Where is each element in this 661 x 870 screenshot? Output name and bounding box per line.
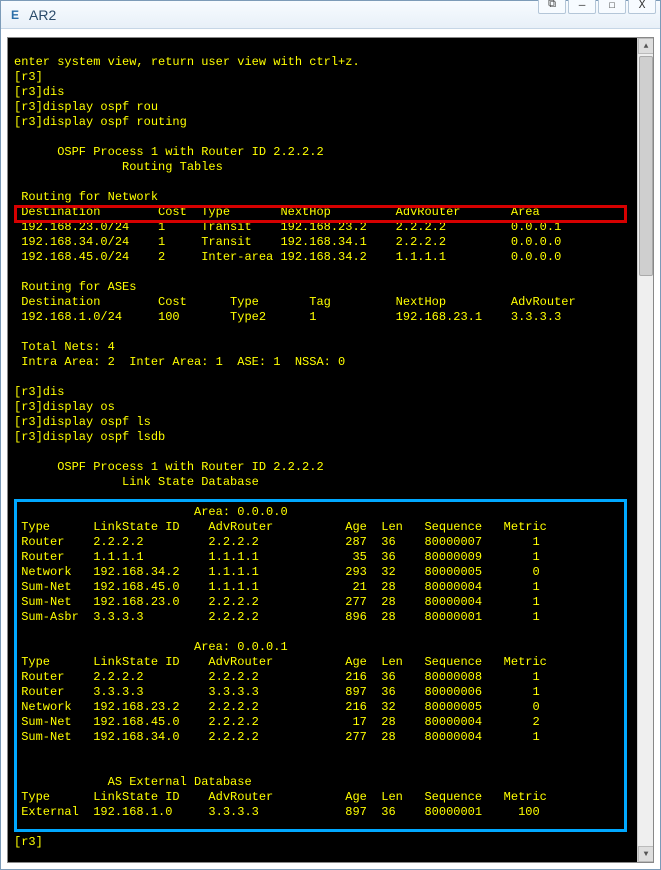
totals-line: Total Nets: 4 [14, 340, 115, 354]
prompt-line: [r3]display os [14, 400, 115, 414]
app-icon: E [7, 7, 23, 23]
prompt-line: [r3]display ospf routing [14, 115, 187, 129]
scroll-thumb[interactable] [639, 56, 653, 276]
prompt-line: [r3]dis [14, 85, 64, 99]
routing-row: 192.168.23.0/24 1 Transit 192.168.23.2 2… [14, 220, 561, 234]
routing-row-highlighted: 192.168.45.0/24 2 Inter-area 192.168.34.… [14, 250, 561, 264]
routing-network-header: Destination Cost Type NextHop AdvRouter … [14, 205, 540, 219]
area-heading: Area: 0.0.0.1 [14, 640, 288, 654]
lsdb-header: Type LinkState ID AdvRouter Age Len Sequ… [14, 790, 547, 804]
scroll-up-button[interactable]: ▲ [638, 38, 654, 54]
lsdb-row: Router 2.2.2.2 2.2.2.2 216 36 80000008 1 [14, 670, 540, 684]
ospf-process-line: OSPF Process 1 with Router ID 2.2.2.2 [14, 145, 324, 159]
app-icon-letter: E [11, 8, 19, 22]
prompt-line: [r3] [14, 835, 43, 849]
prompt-line: [r3]dis [14, 385, 64, 399]
close-button[interactable]: X [628, 0, 656, 14]
lsdb-row: Network 192.168.34.2 1.1.1.1 293 32 8000… [14, 565, 540, 579]
totals-line: Intra Area: 2 Inter Area: 1 ASE: 1 NSSA:… [14, 355, 345, 369]
lsdb-row: Sum-Asbr 3.3.3.3 2.2.2.2 896 28 80000001… [14, 610, 540, 624]
lsdb-row: Router 2.2.2.2 2.2.2.2 287 36 80000007 1 [14, 535, 540, 549]
routing-ases-header: Destination Cost Type Tag NextHop AdvRou… [14, 295, 576, 309]
lsdb-row: Router 3.3.3.3 3.3.3.3 897 36 80000006 1 [14, 685, 540, 699]
lsdb-heading: Link State Database [14, 475, 259, 489]
routing-network-heading: Routing for Network [14, 190, 158, 204]
lsdb-row: Network 192.168.23.2 2.2.2.2 216 32 8000… [14, 700, 540, 714]
lsdb-row: Sum-Net 192.168.34.0 2.2.2.2 277 28 8000… [14, 730, 540, 744]
ospf-process-line: OSPF Process 1 with Router ID 2.2.2.2 [14, 460, 324, 474]
maximize-button[interactable]: ☐ [598, 0, 626, 14]
minimize-button[interactable]: — [568, 0, 596, 14]
popout-button[interactable]: ⧉ [538, 0, 566, 14]
lsdb-row: Sum-Net 192.168.23.0 2.2.2.2 277 28 8000… [14, 595, 540, 609]
routing-ases-row: 192.168.1.0/24 100 Type2 1 192.168.23.1 … [14, 310, 561, 324]
window-frame: E AR2 ⧉ — ☐ X enter system view, return … [0, 0, 661, 870]
area-heading: Area: 0.0.0.0 [14, 505, 288, 519]
lsdb-header: Type LinkState ID AdvRouter Age Len Sequ… [14, 655, 547, 669]
line-cutoff: enter system view, return user view with… [14, 55, 360, 69]
lsdb-row: Router 1.1.1.1 1.1.1.1 35 36 80000009 1 [14, 550, 540, 564]
scroll-down-button[interactable]: ▼ [638, 846, 654, 862]
as-external-heading: AS External Database [14, 775, 252, 789]
prompt-line: [r3]display ospf lsdb [14, 430, 165, 444]
lsdb-row: Sum-Net 192.168.45.0 2.2.2.2 17 28 80000… [14, 715, 540, 729]
lsdb-row: Sum-Net 192.168.45.0 1.1.1.1 21 28 80000… [14, 580, 540, 594]
terminal[interactable]: enter system view, return user view with… [7, 37, 654, 863]
scrollbar[interactable]: ▲ ▼ [637, 38, 653, 862]
prompt-line: [r3]display ospf ls [14, 415, 151, 429]
titlebar[interactable]: E AR2 ⧉ — ☐ X [1, 1, 660, 29]
routing-tables-heading: Routing Tables [14, 160, 223, 174]
prompt-line: [r3]display ospf rou [14, 100, 158, 114]
window-buttons: ⧉ — ☐ X [538, 0, 656, 14]
lsdb-header: Type LinkState ID AdvRouter Age Len Sequ… [14, 520, 547, 534]
lsdb-row: External 192.168.1.0 3.3.3.3 897 36 8000… [14, 805, 540, 819]
routing-row: 192.168.34.0/24 1 Transit 192.168.34.1 2… [14, 235, 561, 249]
routing-ases-heading: Routing for ASEs [14, 280, 136, 294]
prompt-line: [r3] [14, 70, 43, 84]
